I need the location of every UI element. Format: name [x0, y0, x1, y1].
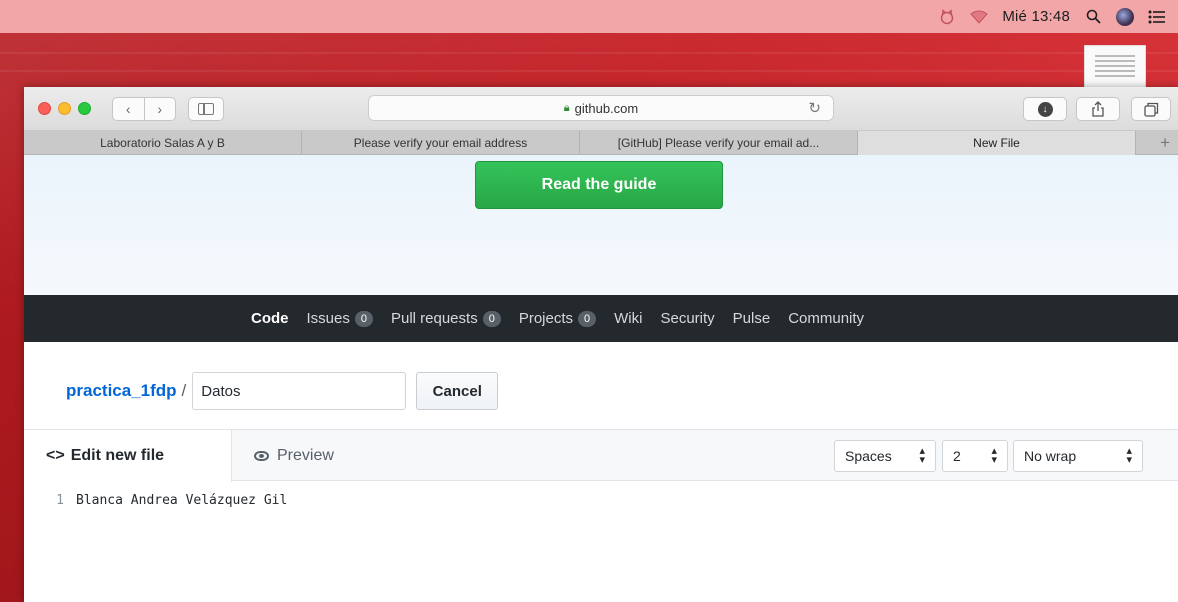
thumbnail-line [1095, 60, 1135, 62]
read-the-guide-button[interactable]: Read the guide [475, 161, 723, 209]
onboarding-banner: Read the guide [24, 155, 1178, 295]
nav-security[interactable]: Security [660, 310, 714, 327]
share-icon [1092, 101, 1104, 117]
tabs-overview-icon [1143, 102, 1158, 117]
edit-tab-label: Edit new file [70, 447, 165, 464]
nav-wiki[interactable]: Wiki [614, 310, 642, 327]
nav-code[interactable]: Code [251, 310, 289, 327]
select-arrows-icon: ▴ ▾ [1126, 445, 1132, 466]
nav-pull-requests-label: Pull requests [390, 310, 478, 327]
nav-community[interactable]: Community [788, 310, 864, 327]
menu-bar-clock[interactable]: Mié 13:48 [1002, 8, 1070, 25]
nav-code-label: Code [251, 310, 289, 327]
github-page: Read the guide Code Issues 0 Pull request… [24, 155, 1178, 602]
safari-window: ‹ › 🔒︎ github.com ↻ ↓ Laboratorio Salas … [24, 87, 1178, 602]
downloads-button[interactable]: ↓ [1023, 97, 1067, 121]
back-forward-group: ‹ › [112, 97, 176, 121]
wallpaper-streak [0, 52, 1178, 54]
tab-bar: Laboratorio Salas A y B Please verify yo… [24, 131, 1178, 155]
tab-verify-email[interactable]: Please verify your email address [302, 131, 580, 155]
code-brackets-icon: <> [46, 447, 65, 464]
file-path-row: practica_1fdp / Datos Cancel [66, 371, 499, 411]
repo-link[interactable]: practica_1fdp [66, 381, 177, 401]
minimize-window-button[interactable] [58, 102, 71, 115]
select-arrows-icon: ▴ ▾ [919, 445, 925, 466]
forward-arrow-icon[interactable]: › [145, 98, 176, 120]
back-arrow-icon[interactable]: ‹ [113, 98, 145, 120]
close-window-button[interactable] [38, 102, 51, 115]
indent-mode-value: Spaces [845, 448, 892, 464]
editor-header: <> Edit new file Preview Spaces ▴ ▾ 2 ▴ ▾ … [24, 429, 1178, 482]
code-editor[interactable]: 1 Blanca Andrea Velázquez Gil [24, 481, 1178, 602]
cancel-button[interactable]: Cancel [416, 372, 499, 410]
tab-github-verify-email[interactable]: [GitHub] Please verify your email ad... [580, 131, 858, 155]
new-tab-button[interactable]: + [1136, 131, 1178, 154]
cat-icon[interactable] [938, 8, 956, 26]
nav-projects-label: Projects [518, 310, 574, 327]
reload-icon[interactable]: ↻ [808, 99, 821, 117]
tab-preview[interactable]: Preview [254, 430, 334, 481]
projects-count-badge: 0 [578, 310, 597, 327]
download-icon: ↓ [1037, 101, 1053, 117]
path-separator: / [181, 381, 187, 400]
lock-icon: 🔒︎ [563, 101, 570, 114]
tab-edit-new-file[interactable]: <> Edit new file [24, 430, 232, 482]
repo-navigation: Code Issues 0 Pull requests 0 Projects 0 Wi… [24, 295, 1178, 342]
code-line: 1 Blanca Andrea Velázquez Gil [24, 493, 287, 508]
pull-requests-count-badge: 0 [482, 310, 501, 327]
siri-icon[interactable] [1116, 7, 1134, 26]
eye-icon [254, 450, 269, 461]
issues-count-badge: 0 [354, 310, 373, 327]
line-number: 1 [56, 493, 64, 508]
show-tabs-button[interactable] [1131, 97, 1171, 121]
nav-pulse[interactable]: Pulse [733, 310, 771, 327]
spotlight-search-icon[interactable] [1084, 8, 1102, 26]
indent-mode-select[interactable]: Spaces ▴ ▾ [834, 440, 936, 472]
tab-laboratorio[interactable]: Laboratorio Salas A y B [24, 131, 302, 155]
thumbnail-line [1095, 70, 1135, 72]
preview-tab-label: Preview [277, 446, 334, 464]
address-bar[interactable]: 🔒︎ github.com ↻ [368, 95, 834, 121]
wifi-icon[interactable] [970, 8, 989, 26]
wallpaper-streak [0, 70, 1178, 72]
thumbnail-line [1095, 75, 1135, 77]
tab-new-file[interactable]: New File [858, 131, 1136, 155]
nav-issues-label: Issues [306, 310, 350, 327]
menu-bar: Mié 13:48 [0, 0, 1178, 33]
thumbnail-line [1095, 65, 1135, 67]
nav-issues[interactable]: Issues 0 [307, 310, 373, 327]
thumbnail-line [1095, 55, 1135, 57]
sidebar-icon [198, 103, 214, 115]
sidebar-toggle-button[interactable] [188, 97, 224, 121]
notification-center-icon[interactable] [1148, 8, 1166, 26]
filename-input[interactable]: Datos [192, 372, 407, 410]
fullscreen-window-button[interactable] [78, 102, 91, 115]
wrap-mode-select[interactable]: No wrap ▴ ▾ [1013, 440, 1143, 472]
indent-size-value: 2 [953, 448, 961, 464]
browser-toolbar: ‹ › 🔒︎ github.com ↻ ↓ [24, 87, 1178, 131]
wrap-mode-value: No wrap [1024, 448, 1077, 464]
share-button[interactable] [1076, 97, 1120, 121]
select-arrows-icon: ▴ ▾ [991, 445, 997, 466]
indent-size-select[interactable]: 2 ▴ ▾ [942, 440, 1008, 472]
nav-projects[interactable]: Projects 0 [518, 310, 597, 327]
address-text: github.com [574, 100, 639, 116]
nav-pull-requests[interactable]: Pull requests 0 [391, 310, 501, 327]
line-text[interactable]: Blanca Andrea Velázquez Gil [76, 493, 287, 508]
